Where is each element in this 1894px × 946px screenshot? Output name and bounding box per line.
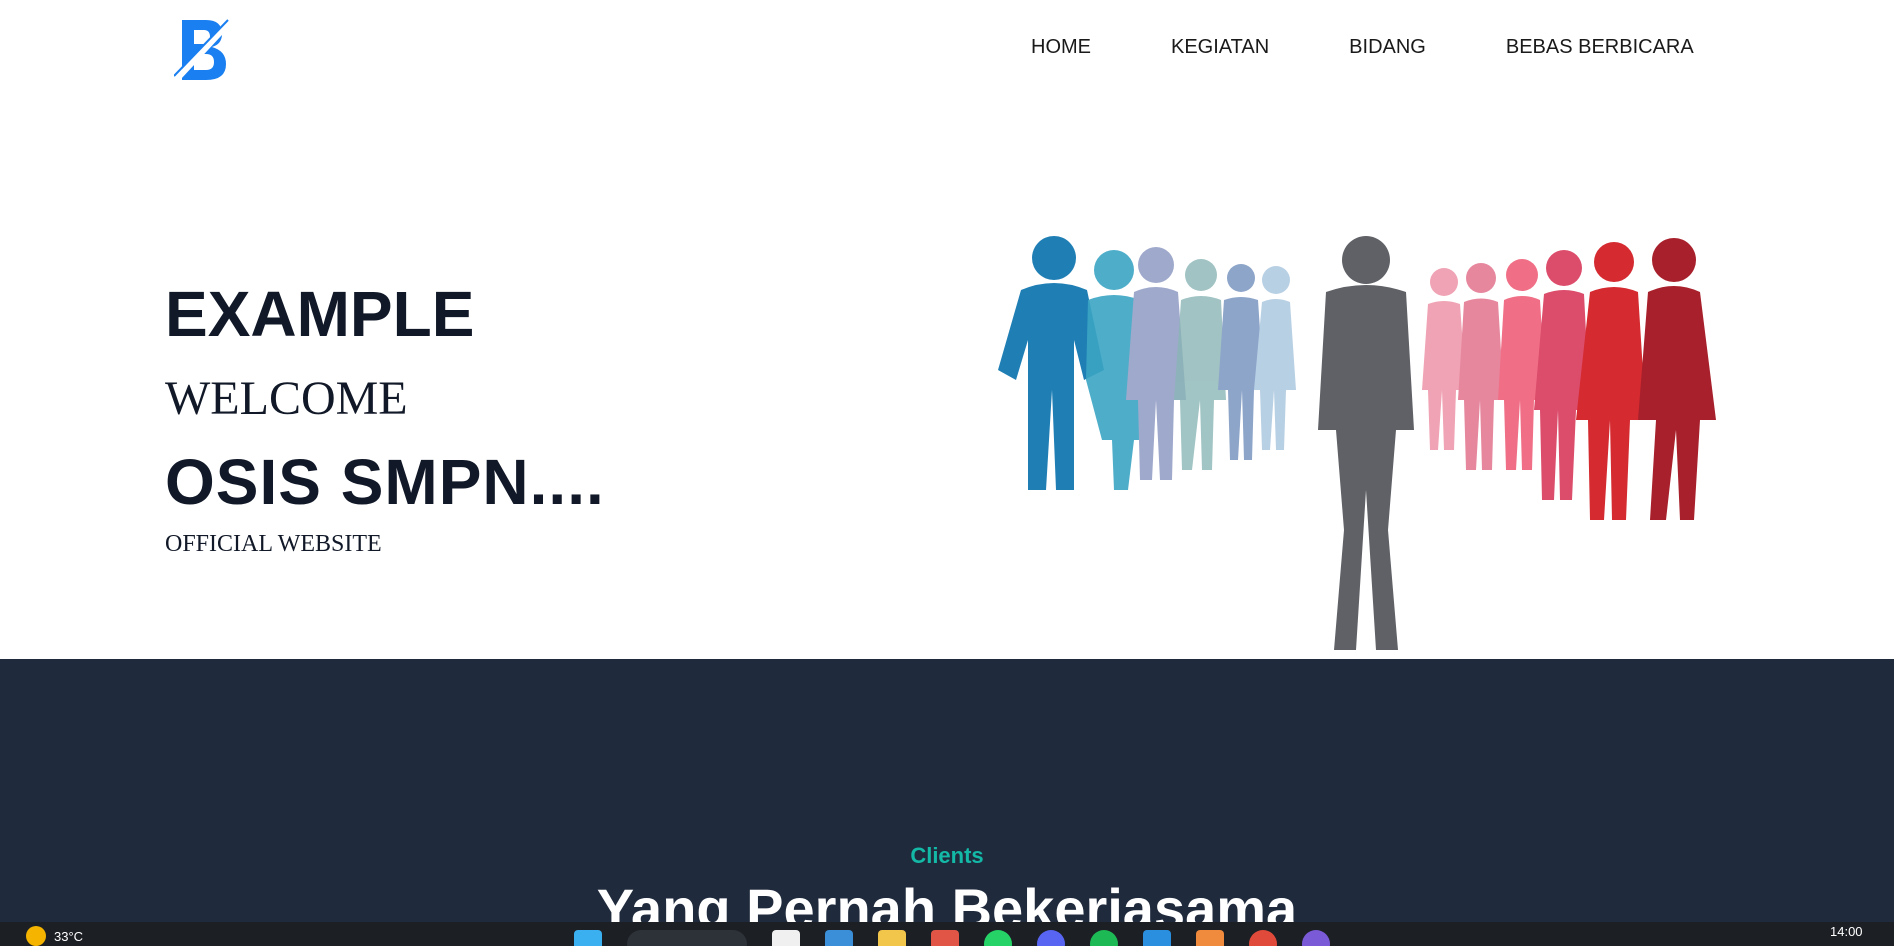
chrome-icon[interactable]: [1249, 930, 1277, 946]
nav-link-home[interactable]: HOME: [1031, 36, 1091, 59]
spotify-icon[interactable]: [1090, 930, 1118, 946]
business-people-silhouettes-icon: [998, 236, 1716, 650]
profile-icon[interactable]: [1302, 930, 1330, 946]
taskbar-search[interactable]: [627, 930, 747, 946]
app-orange-icon[interactable]: [1196, 930, 1224, 946]
vscode-icon[interactable]: [1143, 930, 1171, 946]
windows-start-icon[interactable]: [574, 930, 602, 946]
person-red: [1576, 242, 1646, 520]
nav-link-bidang[interactable]: BIDANG: [1349, 36, 1426, 59]
taskbar-clock[interactable]: 14:00: [1830, 924, 1863, 939]
logo-icon: [173, 19, 233, 83]
whatsapp-icon[interactable]: [984, 930, 1012, 946]
taskbar-apps: [574, 930, 1355, 946]
weather-temperature: 33°C: [54, 928, 84, 944]
hero-subtitle: OFFICIAL WEBSITE: [165, 531, 382, 557]
person-gray: [1318, 236, 1414, 650]
sun-icon: [26, 926, 46, 946]
navbar: HOME KEGIATAN BIDANG BEBAS BERBICARA: [0, 0, 1894, 100]
main-nav: HOME KEGIATAN BIDANG BEBAS BERBICARA: [1031, 36, 1694, 59]
person-pink: [1458, 263, 1504, 470]
person-pink-light: [1422, 268, 1466, 450]
nav-link-kegiatan[interactable]: KEGIATAN: [1171, 36, 1269, 59]
hero-school-name: OSIS SMPN....: [165, 446, 605, 518]
nav-link-bebas-berbicara[interactable]: BEBAS BERBICARA: [1506, 36, 1694, 59]
folder-icon[interactable]: [878, 930, 906, 946]
logo[interactable]: [173, 16, 236, 84]
windows-taskbar: 33°C 14:00: [0, 922, 1894, 946]
person-sage: [1174, 259, 1226, 470]
person-lightblue: [1254, 266, 1296, 450]
clients-section: Clients Yang Pernah Bekerjasama: [0, 659, 1894, 937]
clients-tag: Clients: [910, 843, 984, 868]
app-icon[interactable]: [931, 930, 959, 946]
hero-welcome: WELCOME: [165, 372, 408, 425]
store-icon[interactable]: [825, 930, 853, 946]
discord-icon[interactable]: [1037, 930, 1065, 946]
hero-title: EXAMPLE: [165, 278, 475, 350]
weather-widget[interactable]: 33°C: [26, 926, 83, 946]
person-maroon: [1638, 238, 1716, 520]
hero-section: EXAMPLE WELCOME OSIS SMPN.... OFFICIAL W…: [0, 100, 1894, 659]
file-icon[interactable]: [772, 930, 800, 946]
